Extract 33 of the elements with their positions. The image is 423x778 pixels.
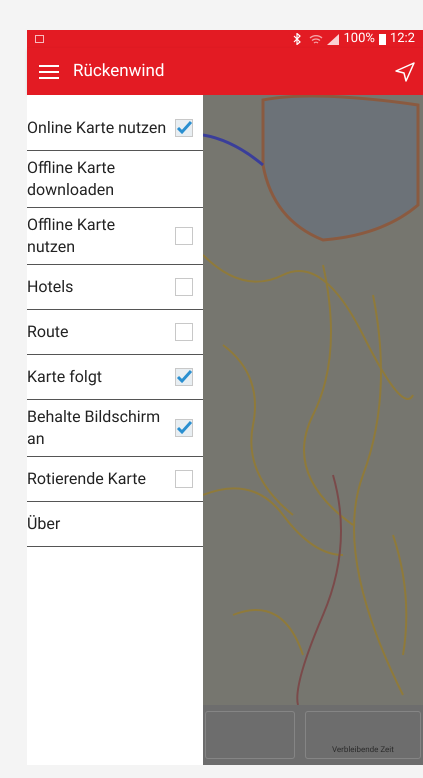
drawer-item-label: Online Karte nutzen [27,116,166,138]
drawer-item-label: Offline Karte nutzen [27,214,116,258]
battery-percentage: 100% [343,30,375,48]
checkbox[interactable] [175,278,193,296]
checkbox[interactable] [175,419,193,437]
card-label: Verbleibende Zeit [332,744,394,756]
checkbox[interactable] [175,118,193,136]
drawer-item[interactable]: Hotels [27,265,203,310]
navigation-arrow-icon[interactable] [395,62,415,82]
drawer-item[interactable]: Rotierende Karte [27,457,203,502]
checkbox[interactable] [175,227,193,245]
drawer-item[interactable]: Karte folgt [27,355,203,400]
bluetooth-icon [293,33,302,45]
checkbox[interactable] [175,368,193,386]
drawer-item-label: Karte folgt [27,366,102,388]
drawer-item-label: Behalte Bildschirm an [27,406,162,450]
checkbox[interactable] [175,470,193,488]
wifi-icon [309,34,324,44]
checkbox[interactable] [175,323,193,341]
notification-icon [35,35,44,43]
drawer-item[interactable]: Offline Karte nutzen [27,208,203,265]
drawer-item-label: Offline Karte downloaden [27,157,116,201]
signal-icon [327,34,340,44]
menu-icon[interactable] [39,64,59,78]
drawer-item-label: Rotierende Karte [27,468,146,490]
drawer-item-label: Über [27,513,60,535]
app-title: Rückenwind [73,60,164,83]
drawer-item-label: Hotels [27,276,74,298]
drawer-item[interactable]: Route [27,310,203,355]
drawer-item-label: Route [27,321,69,343]
battery-icon [378,34,386,44]
drawer-item[interactable]: Online Karte nutzen [27,105,203,151]
clock: 12:2 [390,30,415,48]
